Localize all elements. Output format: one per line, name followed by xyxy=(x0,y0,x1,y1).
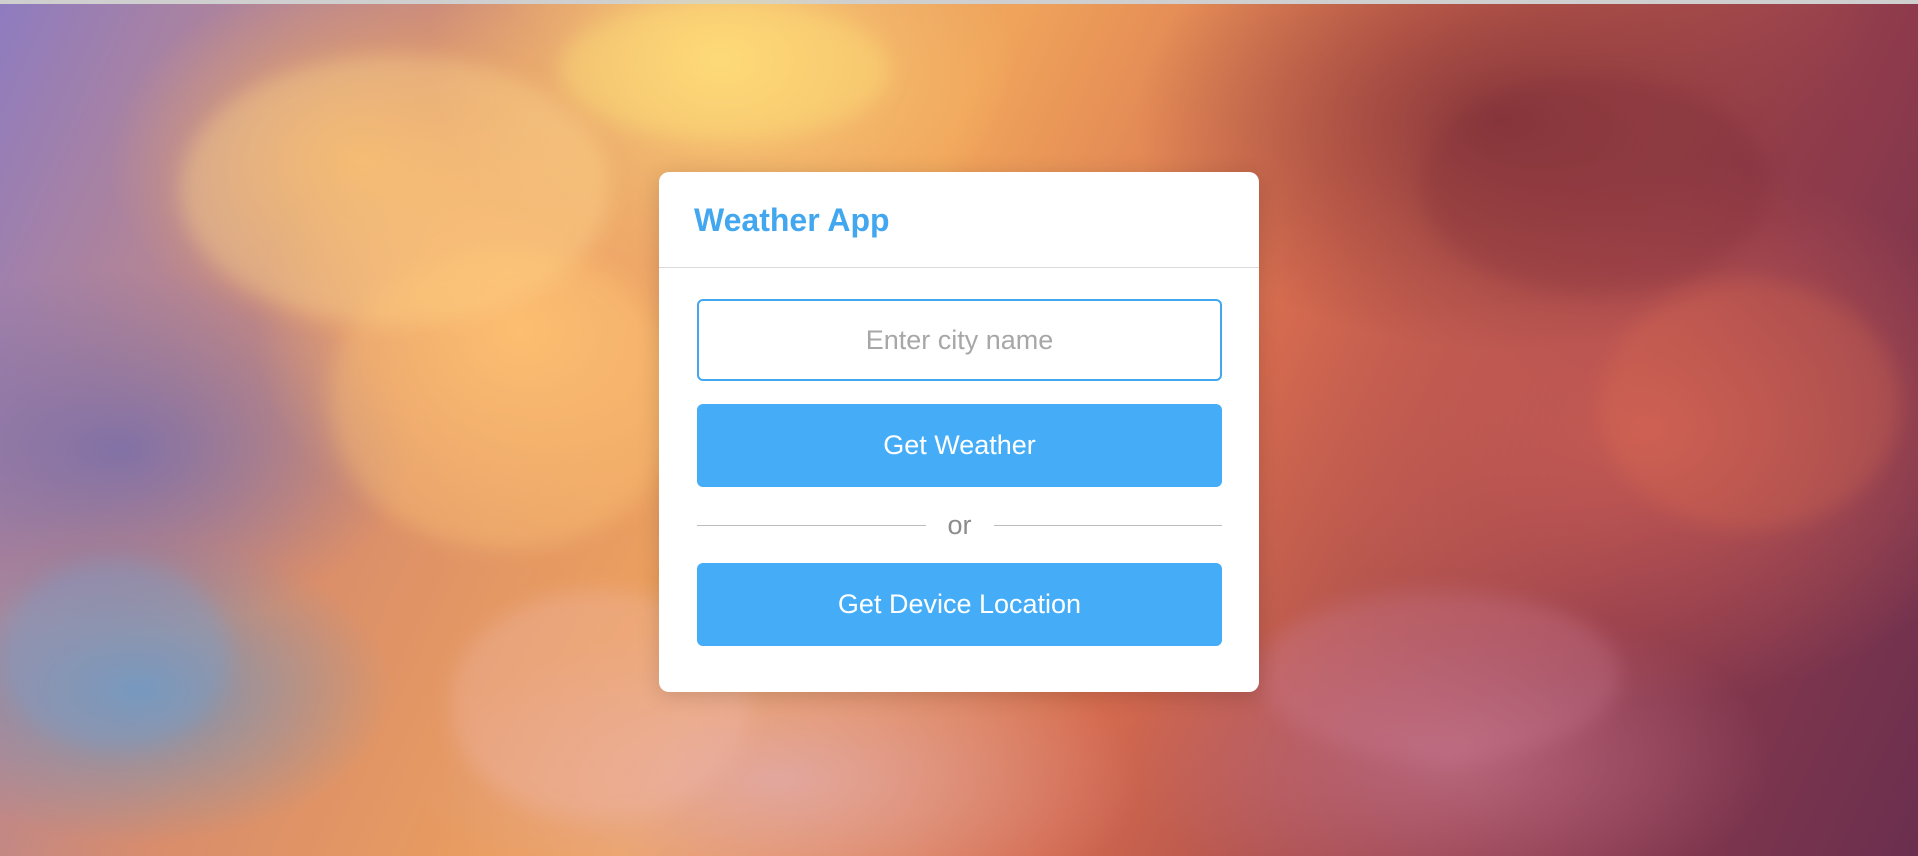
or-divider: or xyxy=(697,487,1223,563)
background-cloud xyxy=(0,560,230,750)
app-title: Weather App xyxy=(694,201,890,238)
weather-card: Weather App Get Weather or Get Device Lo… xyxy=(659,172,1259,692)
get-device-location-button[interactable]: Get Device Location xyxy=(697,563,1222,646)
card-header: Weather App xyxy=(659,172,1259,268)
or-label: or xyxy=(947,509,972,540)
city-input[interactable] xyxy=(697,299,1222,381)
divider-line-left xyxy=(697,524,926,526)
background-cloud xyxy=(1420,75,1770,295)
get-weather-button[interactable]: Get Weather xyxy=(697,404,1222,487)
card-body: Get Weather or Get Device Location xyxy=(659,268,1259,646)
browser-top-border xyxy=(0,0,1918,4)
background-cloud xyxy=(1260,590,1620,760)
background-cloud xyxy=(330,250,680,550)
divider-line-right xyxy=(993,524,1223,526)
background-cloud xyxy=(560,0,890,140)
app-background: Weather App Get Weather or Get Device Lo… xyxy=(0,0,1918,856)
background-cloud xyxy=(1600,280,1900,530)
